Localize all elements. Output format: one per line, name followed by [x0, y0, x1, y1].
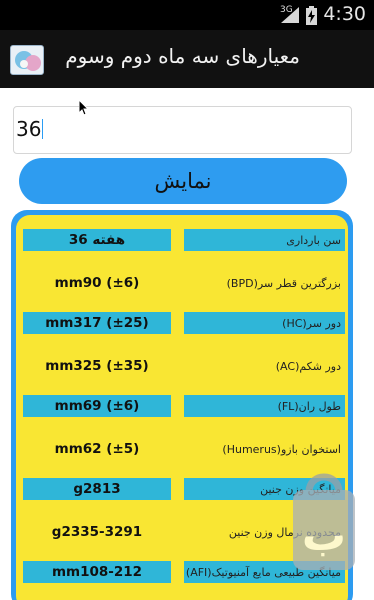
result-label: دور شکم(AC)	[275, 359, 341, 373]
status-bar: 3G 4:30	[0, 0, 374, 30]
result-value: mm69 (±6)	[23, 395, 171, 417]
show-button[interactable]: نمایش	[19, 158, 347, 204]
page-title: معیارهای سه ماه دوم وسوم	[65, 44, 300, 68]
result-row: mm90 (±6) بزرگترین قطر سر(BPD)	[16, 265, 348, 301]
result-value: mm62 (±5)	[54, 441, 140, 457]
result-value: g2813	[23, 478, 171, 500]
signal-icon	[281, 7, 299, 23]
gestational-age-input[interactable]: 36	[13, 106, 352, 154]
result-label: دور سر(HC)	[184, 312, 345, 334]
result-label: سن بارداری	[184, 229, 345, 251]
svg-text:ب: ب	[302, 510, 346, 561]
battery-charging-icon	[306, 6, 317, 25]
result-value: mm90 (±6)	[54, 275, 140, 291]
result-value: mm317 (±25)	[23, 312, 171, 334]
result-row: 36 هفته سن بارداری	[16, 229, 348, 251]
store-bag-icon: ب	[293, 473, 355, 570]
mouse-cursor-icon	[79, 100, 89, 116]
result-label: طول ران(FL)	[184, 395, 345, 417]
result-value: mm108-212	[23, 561, 171, 583]
result-value: mm325 (±35)	[45, 358, 149, 374]
input-value: 36	[16, 117, 42, 141]
action-bar: معیارهای سه ماه دوم وسوم	[0, 30, 374, 88]
result-value: g2335-3291	[51, 524, 143, 540]
result-row: mm69 (±6) طول ران(FL)	[16, 395, 348, 417]
result-row: mm317 (±25) دور سر(HC)	[16, 312, 348, 334]
result-value: 36 هفته	[23, 229, 171, 251]
result-label: بزرگترین قطر سر(BPD)	[226, 276, 341, 290]
app-logo-icon[interactable]	[10, 45, 44, 75]
text-caret	[42, 119, 44, 139]
clock: 4:30	[323, 3, 366, 25]
result-row: mm325 (±35) دور شکم(AC)	[16, 348, 348, 384]
